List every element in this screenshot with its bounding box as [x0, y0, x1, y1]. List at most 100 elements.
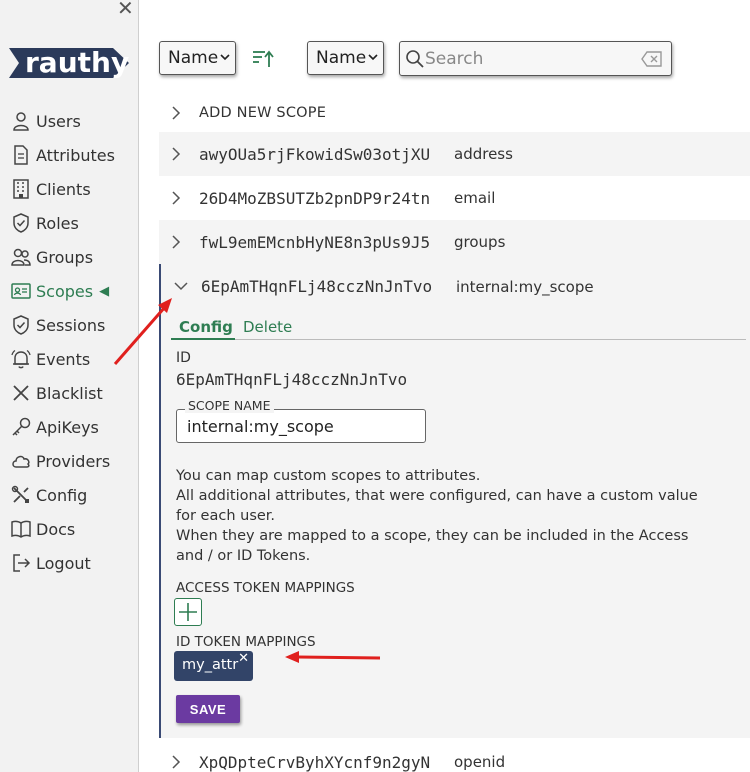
sidebar-item-label: Config [36, 485, 88, 505]
desc-line: You can map custom scopes to attributes. [176, 468, 481, 484]
access-token-mappings-label: ACCESS TOKEN MAPPINGS [176, 580, 355, 596]
sidebar-item-events[interactable]: Events [10, 346, 90, 372]
remove-chip-icon[interactable]: ✕ [238, 651, 249, 666]
search-icon [406, 50, 424, 68]
search-by-select-value: Name [316, 48, 367, 68]
shield-check-icon [13, 315, 29, 335]
sidebar: ✕ rauthy Users Attributes Clients Roles … [0, 0, 139, 772]
document-icon [14, 145, 28, 165]
chevron-down-icon[interactable] [174, 281, 188, 291]
sidebar-item-config[interactable]: Config [10, 482, 87, 508]
sidebar-item-apikeys[interactable]: ApiKeys [10, 414, 99, 440]
search-by-select[interactable]: Name [307, 41, 384, 75]
clear-input-icon[interactable] [641, 50, 663, 68]
scope-row[interactable]: XpQDpteCrvByhXYcnf9n2gyN openid [159, 740, 750, 772]
desc-line: When they are mapped to a scope, they ca… [176, 528, 689, 564]
sidebar-item-blacklist[interactable]: Blacklist [10, 380, 103, 406]
sidebar-item-label: Users [36, 111, 81, 131]
chevron-right-icon [172, 755, 181, 769]
sidebar-item-label: Groups [36, 247, 94, 267]
scope-name-field[interactable]: SCOPE NAME internal:my_scope [176, 398, 426, 443]
sidebar-item-users[interactable]: Users [10, 108, 81, 134]
plus-icon [179, 603, 197, 621]
key-icon [12, 417, 31, 436]
id-label: ID [176, 350, 191, 366]
sidebar-item-sessions[interactable]: Sessions [10, 312, 105, 338]
order-by-select[interactable]: Name [159, 41, 236, 75]
sidebar-item-attributes[interactable]: Attributes [10, 142, 115, 168]
sidebar-item-label: Roles [36, 213, 79, 233]
tab-config[interactable]: Config [179, 318, 233, 336]
id-value: 6EpAmTHqnFLj48cczNnJnTvo [176, 370, 408, 389]
id-token-mappings-label: ID TOKEN MAPPINGS [176, 634, 316, 650]
close-icon[interactable]: ✕ [117, 0, 134, 18]
scope-id: fwL9emEMcnbHyNE8n3pUs9J5 [199, 232, 431, 252]
scope-name: address [454, 145, 513, 163]
chevron-down-icon [368, 54, 378, 61]
rauthy-logo: rauthy [9, 46, 129, 79]
scope-row[interactable]: fwL9emEMcnbHyNE8n3pUs9J5 groups [159, 220, 750, 264]
add-new-scope-row[interactable]: ADD NEW SCOPE [159, 91, 750, 135]
sidebar-item-label: Docs [36, 519, 76, 539]
sidebar-item-logout[interactable]: Logout [10, 550, 91, 576]
search-input[interactable]: Search [399, 41, 672, 76]
search-placeholder: Search [425, 49, 484, 69]
sidebar-item-label: Clients [36, 179, 91, 199]
expanded-scope-id[interactable]: 6EpAmTHqnFLj48cczNnJnTvo [201, 277, 432, 296]
sidebar-item-label: Attributes [36, 145, 115, 165]
scope-id: XpQDpteCrvByhXYcnf9n2gyN [199, 752, 431, 772]
id-card-icon [11, 283, 31, 299]
active-caret-icon: ◀ [99, 283, 110, 299]
chevron-right-icon [172, 191, 181, 205]
sidebar-item-providers[interactable]: Providers [10, 448, 110, 474]
book-icon [11, 520, 31, 538]
chevron-right-icon [172, 106, 181, 120]
add-access-mapping-button[interactable] [174, 598, 202, 626]
sidebar-item-docs[interactable]: Docs [10, 516, 75, 542]
sort-ascending-icon[interactable] [251, 47, 275, 71]
scope-name-label: SCOPE NAME [185, 398, 274, 413]
save-button[interactable]: SAVE [176, 695, 240, 723]
expanded-scope-name[interactable]: internal:my_scope [456, 278, 594, 296]
sidebar-item-label: Providers [36, 451, 111, 471]
tab-delete[interactable]: Delete [243, 318, 292, 336]
scope-tabs: Config Delete [171, 314, 746, 340]
shield-check-icon [13, 213, 29, 233]
active-tab-indicator [171, 338, 235, 340]
scope-row[interactable]: 26D4MoZBSUTZb2pnDP9r24tn email [159, 176, 750, 220]
add-new-scope-label: ADD NEW SCOPE [199, 105, 327, 121]
sidebar-item-label: Sessions [36, 315, 106, 335]
scope-id: awyOUa5rjFkowidSw03otjXU [199, 144, 431, 164]
building-icon [13, 179, 29, 199]
sidebar-item-clients[interactable]: Clients [10, 176, 91, 202]
id-token-mapping-chip: my_attr ✕ [174, 651, 253, 681]
users-icon [11, 248, 31, 266]
tools-icon [11, 485, 29, 503]
desc-line: All additional attributes, that were con… [176, 488, 698, 524]
sidebar-item-label: ApiKeys [36, 417, 99, 437]
order-by-select-value: Name [168, 48, 219, 68]
main-content: Name Name Search ADD NEW SCOPE awyOUa5rj… [140, 0, 750, 772]
scope-row[interactable]: awyOUa5rjFkowidSw03otjXU address [159, 132, 750, 176]
bell-icon [11, 349, 31, 369]
logo-text: rauthy [25, 46, 129, 79]
scope-id: 26D4MoZBSUTZb2pnDP9r24tn [199, 188, 431, 208]
chevron-right-icon [172, 147, 181, 161]
expanded-scope-panel: 6EpAmTHqnFLj48cczNnJnTvo internal:my_sco… [159, 264, 750, 738]
sidebar-item-label: Blacklist [36, 383, 103, 403]
sidebar-item-groups[interactable]: Groups [10, 244, 93, 270]
scope-description: You can map custom scopes to attributes.… [176, 466, 716, 566]
sidebar-item-roles[interactable]: Roles [10, 210, 79, 236]
sidebar-item-label: Events [36, 349, 91, 369]
scope-name: email [454, 189, 496, 207]
user-icon [13, 112, 29, 131]
chevron-right-icon [172, 235, 181, 249]
scope-name: groups [454, 233, 506, 251]
x-icon [13, 385, 29, 401]
scope-name-value: internal:my_scope [187, 417, 334, 436]
sidebar-item-label: Scopes [36, 281, 94, 301]
sidebar-item-scopes[interactable]: Scopes ◀ [10, 278, 109, 304]
cloud-icon [12, 455, 30, 468]
chip-label: my_attr [182, 657, 239, 673]
sidebar-item-label: Logout [36, 553, 91, 573]
